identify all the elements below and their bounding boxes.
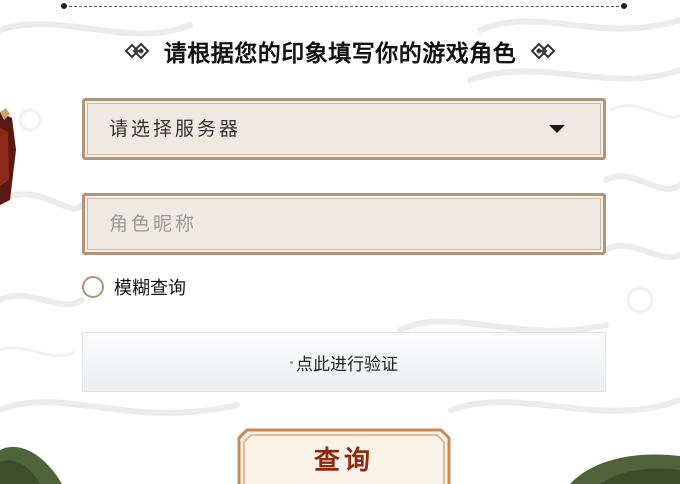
- fuzzy-search-option[interactable]: 模糊查询: [82, 273, 186, 301]
- fuzzy-search-radio[interactable]: [82, 276, 104, 298]
- query-button-label: 查询: [313, 446, 374, 476]
- divider-dot-left: [61, 3, 67, 9]
- server-select[interactable]: 请选择服务器: [82, 98, 606, 160]
- query-button[interactable]: 查询: [237, 428, 451, 484]
- page-heading: 请根据您的印象填写你的游戏角色: [0, 34, 680, 68]
- divider-dot-right: [621, 3, 627, 9]
- server-select-placeholder: 请选择服务器: [109, 118, 242, 140]
- verification-dot: [290, 360, 293, 364]
- nickname-input[interactable]: 角色昵称: [82, 193, 606, 255]
- verification-label: 点此进行验证: [296, 354, 398, 375]
- top-dotted-divider: [64, 6, 624, 7]
- double-diamond-icon: [526, 42, 556, 60]
- fuzzy-search-label[interactable]: 模糊查询: [114, 274, 186, 300]
- nickname-input-placeholder: 角色昵称: [109, 213, 198, 235]
- double-diamond-icon: [124, 42, 154, 60]
- verification-button[interactable]: 点此进行验证: [82, 332, 606, 392]
- heading-text: 请根据您的印象填写你的游戏角色: [163, 41, 517, 67]
- caret-down-icon[interactable]: [549, 125, 565, 133]
